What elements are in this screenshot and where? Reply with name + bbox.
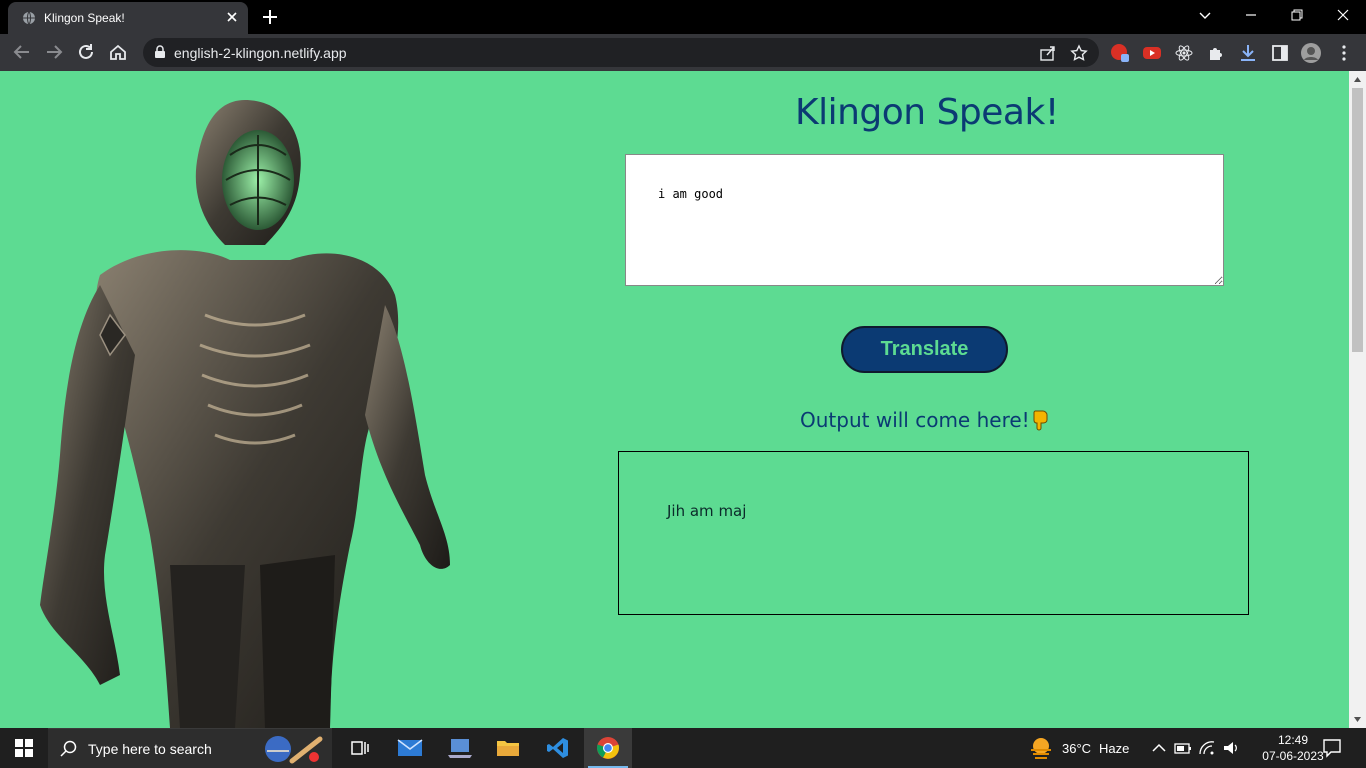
scroll-up-arrow-icon[interactable] <box>1353 75 1362 84</box>
weather-description: Haze <box>1099 740 1130 756</box>
globe-icon <box>23 11 35 25</box>
mail-icon <box>397 739 423 756</box>
share-icon[interactable] <box>1039 44 1057 62</box>
taskbar-vscode[interactable] <box>534 728 582 768</box>
restore-button[interactable] <box>1274 0 1320 30</box>
weather-temperature: 36°C <box>1062 740 1092 756</box>
forward-arrow-icon[interactable] <box>44 42 64 62</box>
restore-icon <box>1291 9 1303 21</box>
lock-icon[interactable] <box>153 45 167 59</box>
minimize-button[interactable] <box>1228 0 1274 30</box>
windows-taskbar: Type here to search 36°C Haze 12:49 07-0… <box>0 728 1366 768</box>
address-bar[interactable]: english-2-klingon.netlify.app <box>143 38 1099 67</box>
download-icon[interactable] <box>1238 43 1258 63</box>
puzzle-extensions-icon[interactable] <box>1206 43 1226 63</box>
reload-icon[interactable] <box>76 42 96 62</box>
taskbar-mail[interactable] <box>386 728 434 768</box>
star-icon[interactable] <box>1070 44 1088 62</box>
clock-time: 12:49 <box>1277 733 1309 747</box>
browser-toolbar: english-2-klingon.netlify.app <box>0 34 1366 71</box>
side-panel-icon[interactable] <box>1270 43 1290 63</box>
youtube-extension-icon[interactable] <box>1142 43 1162 63</box>
scrollbar-thumb[interactable] <box>1352 88 1363 352</box>
home-icon[interactable] <box>108 42 128 62</box>
chevron-up-icon[interactable] <box>1150 738 1168 758</box>
folder-icon <box>497 741 519 756</box>
laptop-app-icon <box>448 739 472 758</box>
back-arrow-icon[interactable] <box>12 42 32 62</box>
output-heading: Output will come here! <box>800 408 1050 432</box>
tab-title: Klingon Speak! <box>44 11 125 25</box>
tab-strip: Klingon Speak! <box>0 0 1366 34</box>
task-view-button[interactable] <box>336 728 384 768</box>
search-icon <box>60 740 77 757</box>
close-icon <box>1337 9 1349 21</box>
wifi-icon[interactable] <box>1198 738 1216 758</box>
translate-button[interactable]: Translate <box>841 326 1008 373</box>
pointing-down-hand-icon <box>1033 410 1048 431</box>
klingon-figure-image <box>40 100 450 728</box>
close-window-button[interactable] <box>1320 0 1366 30</box>
chrome-icon <box>597 737 619 759</box>
vscode-icon <box>547 738 568 758</box>
translation-output-text: Jih am maj <box>667 502 747 520</box>
notification-icon[interactable] <box>1322 738 1342 758</box>
extension-red-icon[interactable] <box>1110 43 1130 63</box>
weather-widget[interactable]: 36°C Haze <box>1028 728 1129 768</box>
taskbar-app-laptop[interactable] <box>436 728 484 768</box>
kebab-menu-icon[interactable] <box>1334 43 1354 63</box>
page-scrollbar[interactable] <box>1349 71 1366 728</box>
react-devtools-icon[interactable] <box>1174 43 1194 63</box>
search-placeholder: Type here to search <box>88 741 212 757</box>
haze-weather-icon <box>1031 738 1051 759</box>
url-text: english-2-klingon.netlify.app <box>174 45 347 61</box>
clock-date: 07-06-2023 <box>1262 749 1324 763</box>
browser-tab[interactable]: Klingon Speak! <box>8 2 248 34</box>
taskbar-file-explorer[interactable] <box>484 728 532 768</box>
tab-search-button[interactable] <box>1182 0 1228 30</box>
new-tab-icon[interactable] <box>260 7 280 27</box>
translation-output-box: Jih am maj <box>618 451 1249 615</box>
battery-icon[interactable] <box>1174 738 1192 758</box>
task-view-icon <box>351 741 369 755</box>
close-tab-icon[interactable] <box>224 9 240 25</box>
taskbar-chrome[interactable] <box>584 728 632 768</box>
output-heading-text: Output will come here! <box>800 408 1030 432</box>
scroll-down-arrow-icon[interactable] <box>1353 715 1362 724</box>
system-clock[interactable]: 12:49 07-06-2023 <box>1262 732 1324 764</box>
minimize-icon <box>1246 14 1256 16</box>
windows-logo-icon <box>15 739 33 757</box>
volume-icon[interactable] <box>1222 738 1240 758</box>
chevron-down-icon <box>1199 12 1211 19</box>
start-button[interactable] <box>0 728 48 768</box>
page-title: Klingon Speak! <box>795 92 1059 133</box>
cricket-helmet-icon <box>265 736 323 764</box>
english-input-textarea[interactable]: i am good <box>625 154 1224 286</box>
profile-avatar-icon[interactable] <box>1301 43 1321 63</box>
taskbar-search-box[interactable]: Type here to search <box>48 728 332 768</box>
